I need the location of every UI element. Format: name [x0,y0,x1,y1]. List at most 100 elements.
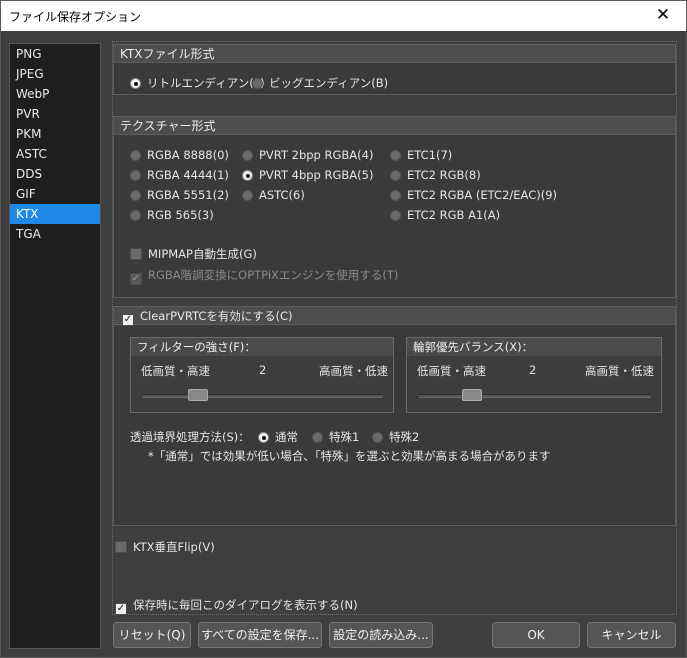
title-bar: ファイル保存オプション ✕ [1,1,686,31]
rgba8888-radio[interactable]: RGBA 8888(0) [130,148,229,162]
format-item-ktx[interactable]: KTX [10,204,100,224]
radio-selected-icon [242,170,253,181]
checkmark-icon: ✓ [130,273,142,285]
show-dialog-label: 保存時に毎回このダイアログを表示する(N) [133,598,358,612]
etc1-label: ETC1(7) [407,148,453,162]
optpix-checkbox[interactable]: ✓ RGBA階調変換にOPTPiXエンジンを使用する(T) [130,267,398,285]
big-endian-radio[interactable]: ビッグエンディアン(B) [252,75,388,91]
rgb565-label: RGB 565(3) [147,208,214,222]
checkmark-icon: ✓ [115,603,127,615]
clear-pvrtc-header: ✓ ClearPVRTCを有効にする(C) [114,307,675,326]
outline-slider-track[interactable] [419,394,651,398]
transparent-normal-radio[interactable]: 通常 [258,429,298,445]
transparent-special1-radio[interactable]: 特殊1 [312,429,359,445]
etc2rgba1-radio[interactable]: ETC2 RGB A1(A) [390,208,500,222]
outline-high-label: 高画質・低速 [585,364,654,378]
etc1-radio[interactable]: ETC1(7) [390,148,452,162]
format-item-png[interactable]: PNG [10,44,100,64]
radio-icon [130,190,141,201]
radio-icon [372,432,383,443]
ktx-flip-checkbox[interactable]: KTX垂直Flip(V) [115,539,215,555]
outline-balance-group: 輪郭優先バランス(X)： 低画質・高速 2 高画質・低速 [406,337,662,413]
radio-icon [242,150,253,161]
close-icon[interactable]: ✕ [640,1,686,31]
load-settings-button[interactable]: 設定の読み込み... [329,622,433,648]
outline-slider-thumb[interactable] [462,389,482,401]
pvrt4-label: PVRT 4bpp RGBA(5) [259,168,374,182]
save-all-settings-button[interactable]: すべての設定を保存... [198,622,322,648]
clear-pvrtc-group: ✓ ClearPVRTCを有効にする(C) フィルターの強さ(F)： 低画質・高速… [113,306,676,526]
format-list: PNG JPEG WebP PVR PKM ASTC DDS GIF KTX T… [9,43,101,649]
big-endian-label: ビッグエンディアン(B) [269,76,389,90]
rgba4444-label: RGBA 4444(1) [147,168,229,182]
special1-label: 特殊1 [329,430,360,444]
rgb565-radio[interactable]: RGB 565(3) [130,208,214,222]
special2-label: 特殊2 [389,430,420,444]
rgba5551-radio[interactable]: RGBA 5551(2) [130,188,229,202]
filter-high-label: 高画質・低速 [319,364,388,378]
pvrt2-radio[interactable]: PVRT 2bpp RGBA(4) [242,148,373,162]
rgba5551-label: RGBA 5551(2) [147,188,229,202]
etc2rgba-label: ETC2 RGBA (ETC2/EAC)(9) [407,188,557,202]
checkmark-icon: ✓ [122,314,134,326]
radio-icon [390,170,401,181]
checkbox-icon [130,248,142,260]
checkbox-icon [115,541,127,553]
etc2rgba-radio[interactable]: ETC2 RGBA (ETC2/EAC)(9) [390,188,557,202]
radio-icon [130,150,141,161]
format-item-gif[interactable]: GIF [10,184,100,204]
mipmap-checkbox[interactable]: MIPMAP自動生成(G) [130,246,257,262]
optpix-label: RGBA階調変換にOPTPiXエンジンを使用する(T) [148,268,399,282]
pvrt4-radio[interactable]: PVRT 4bpp RGBA(5) [242,168,373,182]
rgba8888-label: RGBA 8888(0) [147,148,229,162]
etc2rgb-label: ETC2 RGB(8) [407,168,481,182]
outline-value: 2 [529,363,537,377]
save-options-dialog: ファイル保存オプション ✕ PNG JPEG WebP PVR PKM ASTC… [0,0,687,658]
format-item-webp[interactable]: WebP [10,84,100,104]
filter-slider-track[interactable] [143,394,383,398]
outline-balance-header: 輪郭優先バランス(X)： [407,338,661,356]
clear-pvrtc-label: ClearPVRTCを有効にする(C) [140,309,293,323]
format-item-pvr[interactable]: PVR [10,104,100,124]
ktx-flip-label: KTX垂直Flip(V) [133,540,215,554]
clear-pvrtc-checkbox[interactable]: ✓ ClearPVRTCを有効にする(C) [122,309,293,326]
radio-icon [390,150,401,161]
ktx-format-header: KTXファイル形式 [114,45,675,63]
show-dialog-checkbox[interactable]: ✓ 保存時に毎回このダイアログを表示する(N) [115,597,358,615]
reset-button[interactable]: リセット(Q) [113,622,191,648]
filter-value: 2 [259,363,267,377]
cancel-button[interactable]: キャンセル [587,622,676,648]
astc-label: ASTC(6) [259,188,305,202]
filter-slider-thumb[interactable] [188,389,208,401]
ktx-format-group: KTXファイル形式 リトルエンディアン(L) ビッグエンディアン(B) [113,44,676,95]
ok-button[interactable]: OK [492,622,580,648]
radio-selected-icon [130,78,141,89]
outline-low-label: 低画質・高速 [417,364,486,378]
astc-radio[interactable]: ASTC(6) [242,188,305,202]
texture-format-header: テクスチャー形式 [114,117,675,135]
format-item-astc[interactable]: ASTC [10,144,100,164]
format-item-jpeg[interactable]: JPEG [10,64,100,84]
rgba4444-radio[interactable]: RGBA 4444(1) [130,168,229,182]
transparent-method-label: 透過境界処理方法(S)： [130,430,250,444]
radio-icon [390,190,401,201]
radio-icon [130,170,141,181]
transparent-special2-radio[interactable]: 特殊2 [372,429,419,445]
etc2rgba1-label: ETC2 RGB A1(A) [407,208,501,222]
pvrt2-label: PVRT 2bpp RGBA(4) [259,148,374,162]
format-item-dds[interactable]: DDS [10,164,100,184]
etc2rgb-radio[interactable]: ETC2 RGB(8) [390,168,481,182]
filter-low-label: 低画質・高速 [141,364,210,378]
radio-icon [242,190,253,201]
radio-selected-icon [258,432,269,443]
filter-strength-group: フィルターの強さ(F)： 低画質・高速 2 高画質・低速 [130,337,394,413]
radio-icon [312,432,323,443]
normal-label: 通常 [275,430,298,444]
window-title: ファイル保存オプション [9,10,142,24]
ktx-options-panel: KTXファイル形式 リトルエンディアン(L) ビッグエンディアン(B) テクスチ… [112,41,677,615]
texture-format-group: テクスチャー形式 RGBA 8888(0) RGBA 4444(1) RGBA … [113,116,676,298]
filter-strength-header: フィルターの強さ(F)： [131,338,393,356]
format-item-pkm[interactable]: PKM [10,124,100,144]
format-item-tga[interactable]: TGA [10,224,100,244]
little-endian-radio[interactable]: リトルエンディアン(L) [130,75,265,91]
